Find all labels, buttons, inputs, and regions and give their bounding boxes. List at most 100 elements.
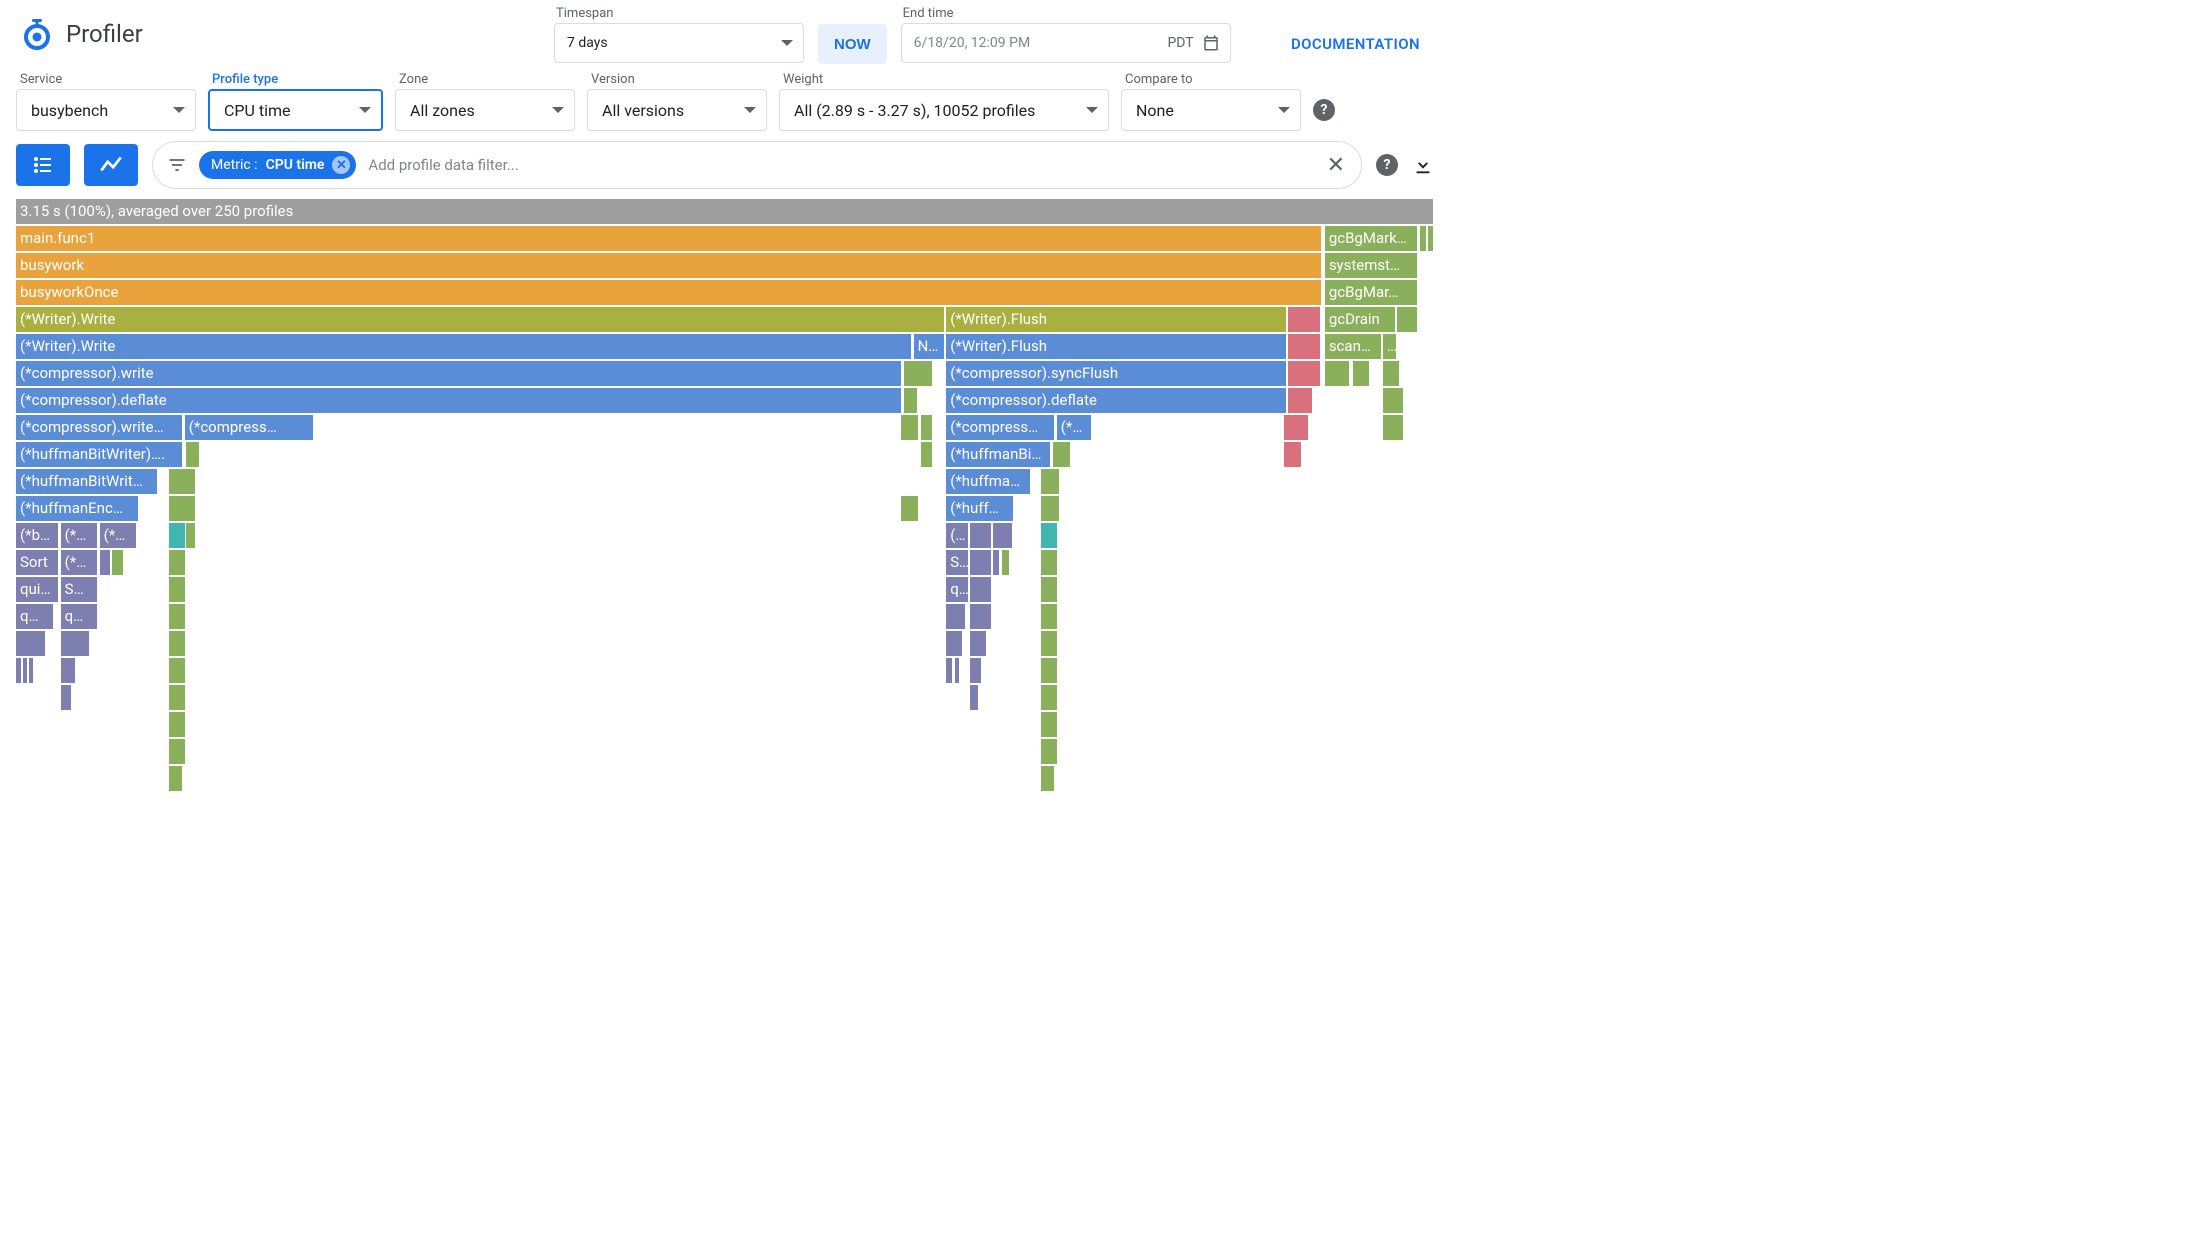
flame-bar[interactable]: gcBgMar… (1325, 280, 1419, 305)
flame-bar[interactable]: (*compressor).write… (16, 415, 183, 440)
flame-bar[interactable]: S… (61, 577, 98, 602)
flame-bar[interactable] (1288, 361, 1321, 386)
flame-bar[interactable]: (… (946, 523, 969, 548)
flame-bar[interactable] (901, 415, 919, 440)
flame-bar[interactable]: (*huff… (946, 496, 1014, 521)
flame-bar[interactable]: (*compressor).write (16, 361, 902, 386)
documentation-link[interactable]: DOCUMENTATION (1291, 35, 1420, 53)
flame-bar[interactable]: (*Writer).Flush (946, 334, 1286, 359)
flame-bar[interactable] (1041, 739, 1058, 764)
flame-bar[interactable] (1383, 388, 1404, 413)
weight-select[interactable]: All (2.89 s - 3.27 s), 10052 profiles (779, 89, 1109, 131)
version-select[interactable]: All versions (587, 89, 767, 131)
flame-bar[interactable] (1041, 658, 1058, 683)
flame-bar[interactable] (186, 442, 200, 467)
flame-bar[interactable]: N… (914, 334, 945, 359)
flame-bar[interactable]: (*Writer).Write (16, 307, 945, 332)
flame-bar[interactable]: busywork (16, 253, 1322, 278)
flame-bar[interactable]: qui… (16, 577, 59, 602)
calendar-icon[interactable] (1202, 34, 1220, 52)
metric-chip[interactable]: Metric : CPU time ✕ (199, 151, 356, 179)
flame-bar[interactable] (61, 631, 91, 656)
flame-bar[interactable] (993, 523, 1013, 548)
zone-select[interactable]: All zones (395, 89, 575, 131)
flame-bar[interactable] (1428, 226, 1434, 251)
flame-bar[interactable]: (*huffma… (946, 469, 1031, 494)
flame-bar[interactable] (970, 685, 979, 710)
flame-bar[interactable] (1041, 766, 1055, 791)
flame-bar[interactable] (970, 604, 991, 629)
help-icon[interactable]: ? (1376, 154, 1398, 176)
flame-bar[interactable] (955, 658, 961, 683)
flame-bar[interactable] (169, 766, 183, 791)
flame-bar[interactable] (1353, 361, 1370, 386)
flame-bar[interactable] (112, 550, 123, 575)
flame-bar[interactable] (169, 469, 196, 494)
flame-bar[interactable] (1041, 631, 1058, 656)
now-button[interactable]: NOW (818, 24, 887, 64)
flame-bar[interactable] (1041, 550, 1058, 575)
flame-bar[interactable] (970, 523, 991, 548)
timespan-select[interactable]: 7 days (554, 23, 804, 63)
flame-bar[interactable] (1325, 361, 1351, 386)
flame-bar[interactable] (993, 550, 1000, 575)
flame-bar[interactable] (1041, 577, 1058, 602)
flame-bar[interactable] (1397, 307, 1418, 332)
flame-bar[interactable] (1288, 307, 1321, 332)
flame-bar[interactable]: (*compressor).syncFlush (946, 361, 1286, 386)
flame-bar[interactable] (169, 685, 186, 710)
flame-bar[interactable] (29, 658, 34, 683)
help-icon[interactable]: ? (1313, 99, 1335, 121)
filter-box[interactable]: Metric : CPU time ✕ Add profile data fil… (152, 141, 1362, 189)
flame-bar[interactable] (169, 658, 186, 683)
flame-bar[interactable] (1420, 226, 1427, 251)
flame-bar[interactable] (1041, 469, 1059, 494)
flame-bar[interactable] (169, 631, 186, 656)
flame-bar[interactable] (970, 550, 991, 575)
flame-bar[interactable] (1041, 712, 1058, 737)
flame-bar[interactable] (901, 496, 919, 521)
flame-bar[interactable]: (*b… (16, 523, 59, 548)
flame-bar[interactable] (921, 415, 934, 440)
flame-bar[interactable] (1284, 442, 1302, 467)
flame-bar[interactable] (970, 577, 991, 602)
flame-bar[interactable] (921, 442, 934, 467)
flame-bar[interactable] (1053, 442, 1071, 467)
flame-bar[interactable] (946, 631, 963, 656)
flame-bar[interactable] (1383, 415, 1404, 440)
flame-bar[interactable]: q… (61, 604, 98, 629)
flame-bar[interactable] (169, 577, 186, 602)
flame-bar[interactable] (1288, 334, 1321, 359)
flame-bar[interactable] (169, 523, 186, 548)
flame-bar[interactable] (1284, 415, 1310, 440)
flame-bar[interactable] (1383, 361, 1400, 386)
flame-bar[interactable] (169, 712, 186, 737)
flame-bar[interactable] (1041, 523, 1058, 548)
flame-bar[interactable]: (*… (61, 523, 98, 548)
flame-bar[interactable] (61, 685, 72, 710)
flame-bar[interactable]: S… (946, 550, 969, 575)
endtime-input[interactable]: 6/18/20, 12:09 PM PDT (901, 23, 1231, 63)
flame-bar[interactable] (1041, 685, 1058, 710)
flame-bar[interactable] (61, 658, 77, 683)
flame-bar[interactable] (186, 523, 196, 548)
flame-bar[interactable]: q… (946, 577, 969, 602)
flame-bar[interactable] (1288, 388, 1314, 413)
flame-bar[interactable]: scan… (1325, 334, 1382, 359)
flame-bar[interactable]: q… (16, 604, 54, 629)
flame-bar[interactable]: (*compressor).deflate (946, 388, 1286, 413)
flame-bar[interactable] (1041, 604, 1058, 629)
flame-bar[interactable] (946, 604, 966, 629)
flame-bar[interactable]: (*huffmanBitWriter)…. (16, 442, 183, 467)
flame-bar[interactable]: (*… (61, 550, 98, 575)
flame-bar[interactable]: (*huffmanBi… (946, 442, 1051, 467)
flame-bar[interactable] (1041, 496, 1059, 521)
flame-bar[interactable]: (*… (100, 523, 137, 548)
flame-bar[interactable]: (*compress… (946, 415, 1055, 440)
flame-root-bar[interactable]: 3.15 s (100%), averaged over 250 profile… (16, 199, 1434, 224)
clear-filter-icon[interactable]: ✕ (1327, 153, 1345, 178)
flame-bar[interactable]: (*huffmanBitWrit… (16, 469, 158, 494)
flame-bar[interactable] (970, 631, 987, 656)
flame-bar[interactable] (169, 604, 186, 629)
flame-bar[interactable] (169, 496, 196, 521)
